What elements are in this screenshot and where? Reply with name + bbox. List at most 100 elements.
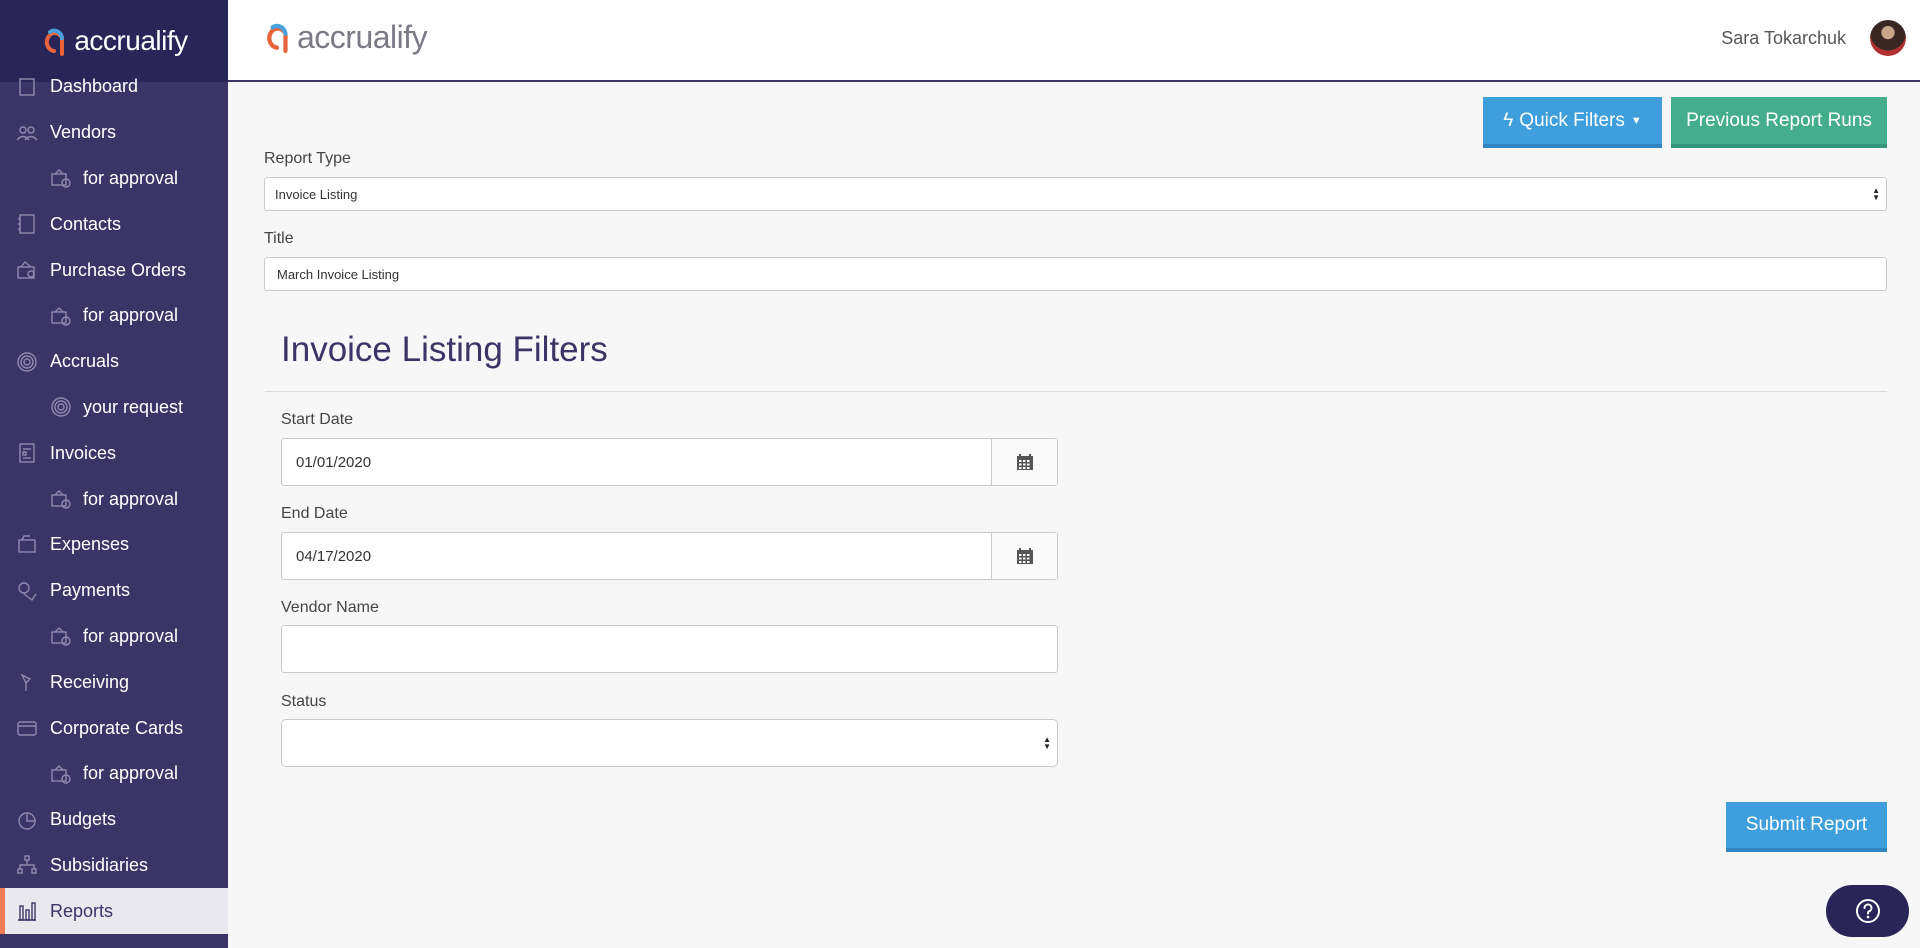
sidebar-item-label: Receiving — [50, 671, 130, 692]
caret-down-icon: ▼ — [1630, 114, 1642, 127]
sidebar-item-label: Corporate Cards — [50, 717, 184, 738]
sidebar: accrualify Dashboard Vendors for approval C… — [0, 0, 228, 948]
corporate-cards-icon — [15, 717, 39, 739]
receiving-icon — [15, 671, 39, 693]
accrual-request-icon — [49, 396, 73, 418]
sidebar-item-for-approval-9[interactable]: for approval — [0, 476, 228, 522]
title-input[interactable]: March Invoice Listing — [264, 257, 1887, 291]
start-date-calendar-button[interactable] — [992, 439, 1057, 485]
sidebar-item-label: Contacts — [50, 213, 122, 234]
sidebar-item-receiving[interactable]: Receiving — [0, 659, 228, 705]
sidebar-item-label: for approval — [83, 625, 179, 646]
vendor-name-input[interactable] — [281, 625, 1058, 673]
header-brand-name: accrualify — [297, 18, 428, 55]
quick-filters-label: Quick Filters — [1519, 109, 1625, 131]
calendar-icon — [1016, 454, 1033, 470]
sidebar-item-label: Purchase Orders — [50, 259, 187, 280]
sidebar-item-reports[interactable]: Reports — [0, 888, 228, 935]
report-type-select[interactable]: Invoice Listing ▲ ▼ — [264, 177, 1887, 211]
previous-report-runs-button[interactable]: Previous Report Runs — [1671, 97, 1887, 148]
expenses-icon — [15, 534, 39, 556]
vendors-icon — [15, 122, 39, 144]
contacts-icon — [15, 213, 39, 235]
invoice-approval-icon — [49, 488, 73, 510]
report-type-value: Invoice Listing — [275, 186, 358, 202]
submit-report-label: Submit Report — [1745, 814, 1868, 835]
sidebar-item-label: for approval — [83, 488, 179, 509]
vendor-approval-icon — [49, 167, 73, 189]
start-date-label: Start Date — [281, 411, 354, 428]
sidebar-item-for-approval-12[interactable]: for approval — [0, 614, 228, 660]
title-label: Title — [264, 230, 294, 247]
sidebar-item-dashboard[interactable]: Dashboard — [0, 64, 228, 110]
sidebar-item-accruals[interactable]: Accruals — [0, 339, 228, 385]
previous-report-runs-label: Previous Report Runs — [1686, 109, 1872, 131]
end-date-input[interactable]: 04/17/2020 — [282, 533, 992, 579]
calendar-icon — [1016, 548, 1033, 564]
section-title: Invoice Listing Filters — [281, 330, 608, 369]
sidebar-item-invoices[interactable]: Invoices — [0, 430, 228, 476]
sidebar-item-label: Vendors — [50, 122, 117, 143]
sidebar-item-label: Subsidiaries — [50, 854, 149, 875]
sidebar-item-label: Reports — [50, 900, 114, 921]
report-form: ϟ Quick Filters ▼ Previous Report Runs R… — [228, 84, 1920, 948]
dashboard-icon — [15, 76, 39, 98]
header-logo[interactable]: accrualify — [262, 18, 428, 56]
sidebar-item-label: for approval — [83, 167, 179, 188]
sidebar-item-contacts[interactable]: Contacts — [0, 201, 228, 247]
sidebar-item-budgets[interactable]: Budgets — [0, 797, 228, 843]
sidebar-item-for-approval-2[interactable]: for approval — [0, 156, 228, 202]
avatar[interactable] — [1870, 20, 1906, 56]
sidebar-item-expenses[interactable]: Expenses — [0, 522, 228, 568]
sidebar-item-label: Accruals — [50, 351, 120, 372]
end-date-calendar-button[interactable] — [992, 533, 1057, 579]
card-approval-icon — [49, 763, 73, 785]
status-label: Status — [281, 693, 327, 710]
start-date-input[interactable]: 01/01/2020 — [282, 439, 992, 485]
sidebar-item-label: Dashboard — [50, 76, 139, 97]
sidebar-item-label: Budgets — [50, 809, 117, 830]
vendor-name-label: Vendor Name — [281, 599, 379, 616]
sidebar-item-your-request-7[interactable]: your request — [0, 385, 228, 431]
accrualify-logo-icon — [267, 23, 288, 53]
submit-report-button[interactable]: Submit Report — [1726, 802, 1887, 852]
select-arrows-icon: ▲ ▼ — [1872, 186, 1880, 202]
help-button[interactable] — [1826, 885, 1909, 937]
sidebar-item-label: for approval — [83, 305, 179, 326]
end-date-group: 04/17/2020 — [281, 532, 1058, 580]
sidebar-item-label: Payments — [50, 580, 131, 601]
bolt-icon: ϟ — [1503, 109, 1514, 131]
sidebar-item-for-approval-15[interactable]: for approval — [0, 751, 228, 797]
reports-icon — [15, 900, 39, 922]
sidebar-item-corporate-cards[interactable]: Corporate Cards — [0, 705, 228, 751]
quick-filters-button[interactable]: ϟ Quick Filters ▼ — [1483, 97, 1662, 148]
sidebar-item-payments[interactable]: Payments — [0, 568, 228, 614]
purchase-orders-icon — [15, 259, 39, 281]
sidebar-item-for-approval-5[interactable]: for approval — [0, 293, 228, 339]
report-type-label: Report Type — [264, 150, 351, 167]
sidebar-nav: Dashboard Vendors for approval Contacts Purc… — [0, 64, 228, 935]
select-arrows-icon: ▲ ▼ — [1043, 735, 1051, 751]
user-name[interactable]: Sara Tokarchuk — [1721, 28, 1846, 49]
sidebar-brand-name: accrualify — [74, 25, 188, 56]
sidebar-item-label: Invoices — [50, 442, 117, 463]
sidebar-item-subsidiaries[interactable]: Subsidiaries — [0, 843, 228, 889]
sidebar-item-label: for approval — [83, 763, 179, 784]
subsidiaries-icon — [15, 854, 39, 876]
start-date-group: 01/01/2020 — [281, 438, 1058, 486]
question-circle-icon — [1855, 899, 1880, 923]
end-date-label: End Date — [281, 505, 348, 522]
sidebar-item-vendors[interactable]: Vendors — [0, 110, 228, 156]
po-approval-icon — [49, 305, 73, 327]
top-header: accrualify Sara Tokarchuk — [228, 0, 1920, 82]
accruals-icon — [15, 351, 39, 373]
sidebar-item-label: your request — [83, 396, 184, 417]
payments-icon — [15, 580, 39, 602]
sidebar-item-purchase-orders[interactable]: Purchase Orders — [0, 247, 228, 293]
status-select[interactable]: ▲ ▼ — [281, 719, 1058, 767]
section-divider — [265, 391, 1887, 392]
payment-approval-icon — [49, 625, 73, 647]
title-input-value: March Invoice Listing — [277, 266, 400, 282]
invoices-icon — [15, 442, 39, 464]
sidebar-item-label: Expenses — [50, 534, 130, 555]
